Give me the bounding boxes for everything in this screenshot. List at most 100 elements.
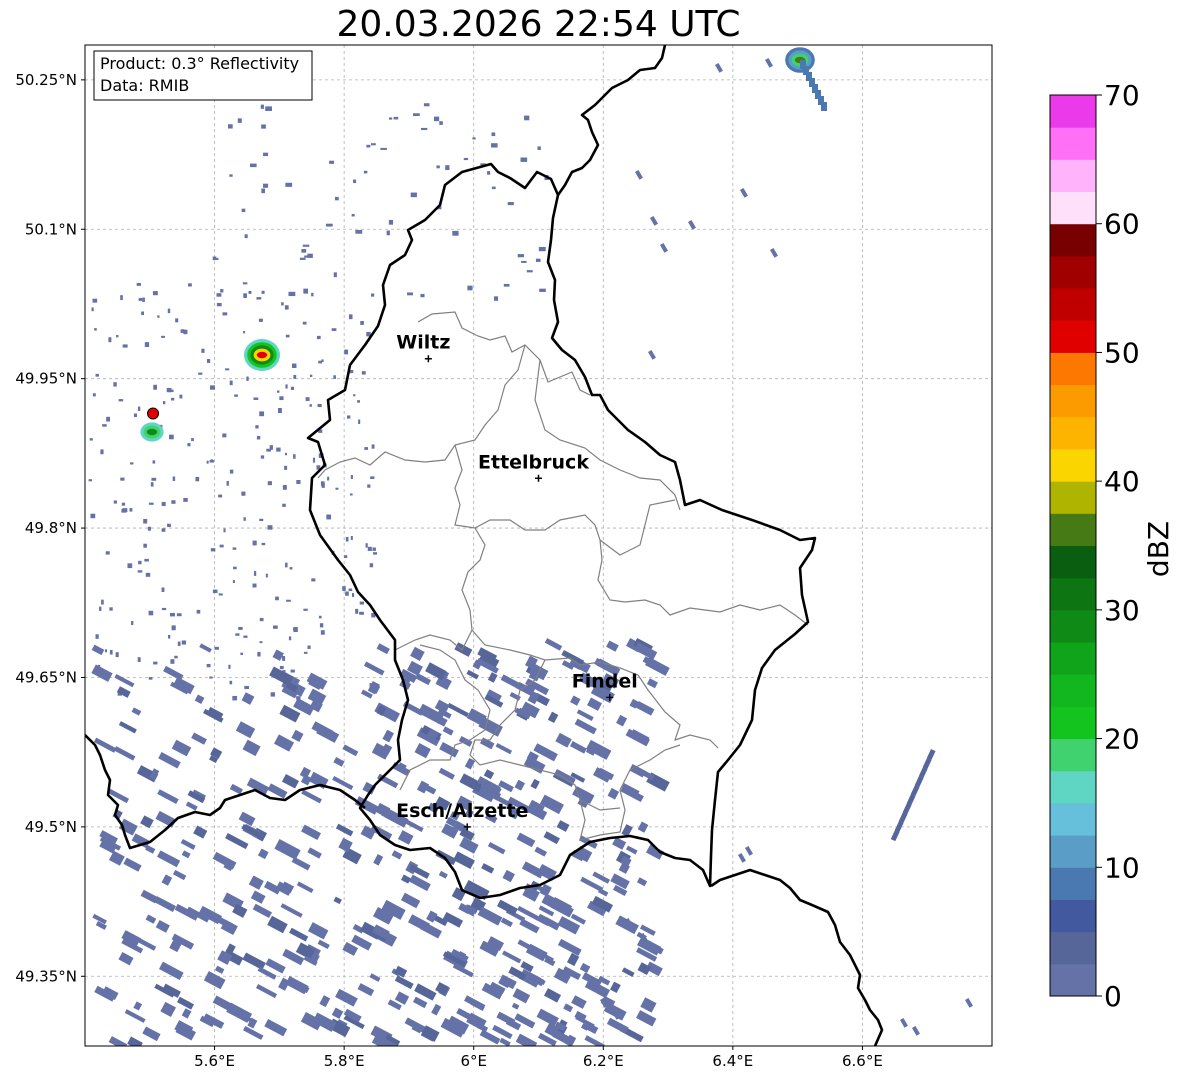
echo-cell [109, 607, 113, 611]
echo-cell [246, 376, 249, 381]
colorbar-segment [1050, 191, 1096, 225]
echo-cell [188, 283, 192, 287]
echo-cell [350, 474, 353, 479]
echo-cell [285, 562, 288, 568]
echo-cell [423, 103, 430, 107]
echo-cell [244, 234, 248, 239]
echo-cell [357, 400, 361, 403]
colorbar-segment [1050, 320, 1096, 353]
echo-cell [244, 685, 249, 690]
echo-cell [109, 649, 113, 655]
echo-cell [420, 293, 425, 298]
echo-cell [161, 528, 166, 532]
x-tick-label: 6°E [460, 1052, 487, 1070]
echo-cell [183, 497, 188, 502]
echo-cell [284, 465, 288, 470]
colorbar-tick-label: 70 [1104, 79, 1140, 112]
colorbar-segment [1050, 352, 1096, 386]
echo-cell [299, 257, 306, 260]
y-axis-ticks: 50.25°N 50.1°N 49.95°N 49.8°N 49.65°N 49.5°N 4… [15, 71, 85, 985]
echo-cell [369, 563, 374, 568]
echo-cell [88, 479, 93, 482]
echo-cell [388, 117, 393, 120]
echo-cell [167, 523, 171, 528]
echo-cell [141, 311, 145, 316]
colorbar-segment [1050, 738, 1096, 772]
echo-cell [491, 132, 496, 137]
echo-cell [210, 459, 213, 462]
echo-cell [351, 592, 355, 597]
echo-cell [92, 298, 98, 303]
echo-cell [359, 601, 365, 605]
echo-cell [307, 645, 311, 649]
colorbar-segment [1050, 609, 1096, 643]
echo-cell [309, 404, 312, 407]
echo-cell [312, 457, 316, 463]
echo-cell [169, 434, 174, 440]
echo-cell [150, 482, 154, 487]
echo-cell [303, 651, 308, 654]
convective-cell [256, 351, 268, 359]
echo-cell [94, 328, 97, 331]
echo-cell [335, 487, 339, 490]
echo-cell [320, 630, 325, 635]
echo-cell [265, 106, 272, 111]
echo-cell [360, 320, 364, 325]
echo-cell [214, 257, 219, 260]
data-source-label: Data: RMIB [100, 76, 189, 95]
echo-cell [157, 315, 160, 318]
product-label: Product: 0.3° Reflectivity [100, 54, 299, 73]
echo-cell [263, 152, 269, 157]
echo-cell [260, 104, 264, 109]
echo-cell [380, 147, 387, 150]
echo-cell [289, 567, 293, 570]
echo-cell [228, 664, 231, 669]
echo-cell [284, 452, 287, 456]
echo-cell [285, 334, 290, 338]
echo-cell [355, 608, 359, 614]
echo-cell [311, 292, 314, 297]
echo-cell [535, 258, 541, 262]
colorbar-segment [1050, 706, 1096, 740]
echo-cell [329, 160, 335, 164]
echo-cell [507, 202, 514, 206]
echo-cell [288, 291, 296, 297]
echo-cell [344, 349, 349, 355]
echo-cell [138, 297, 143, 301]
echo-cell [301, 249, 307, 253]
y-tick-label: 50.25°N [15, 71, 77, 89]
colorbar-segment [1050, 802, 1096, 836]
echo-cell [121, 502, 126, 506]
echo-cell [358, 419, 361, 425]
echo-cell [206, 663, 211, 668]
echo-cell [517, 254, 525, 258]
echo-cell [161, 335, 166, 338]
echo-cell [345, 536, 349, 542]
echo-cell [177, 641, 181, 646]
echo-cell [143, 518, 148, 524]
echo-cell [209, 385, 215, 390]
echo-cell [147, 526, 151, 531]
echo-cell [333, 272, 337, 278]
echo-cell [243, 293, 247, 298]
echo-cell [170, 659, 175, 664]
echo-cell [220, 289, 224, 293]
city-label: Findel [572, 670, 638, 692]
echo-cell [261, 290, 265, 294]
echo-cell [223, 528, 226, 533]
echo-cell [317, 403, 322, 408]
echo-cell [302, 321, 307, 325]
echo-cell [359, 611, 364, 615]
echo-cell [243, 331, 246, 334]
product-info-box: Product: 0.3° Reflectivity Data: RMIB [93, 50, 313, 101]
echo-cell [212, 589, 218, 594]
echo-cell [235, 633, 240, 636]
echo-cell [148, 502, 154, 505]
echo-cell [261, 542, 266, 546]
echo-cell [195, 476, 200, 482]
echo-cell [420, 127, 428, 131]
colorbar-segment [1050, 674, 1096, 707]
echo-cell [410, 192, 417, 198]
echo-cell [256, 297, 262, 300]
echo-cell [148, 610, 154, 616]
